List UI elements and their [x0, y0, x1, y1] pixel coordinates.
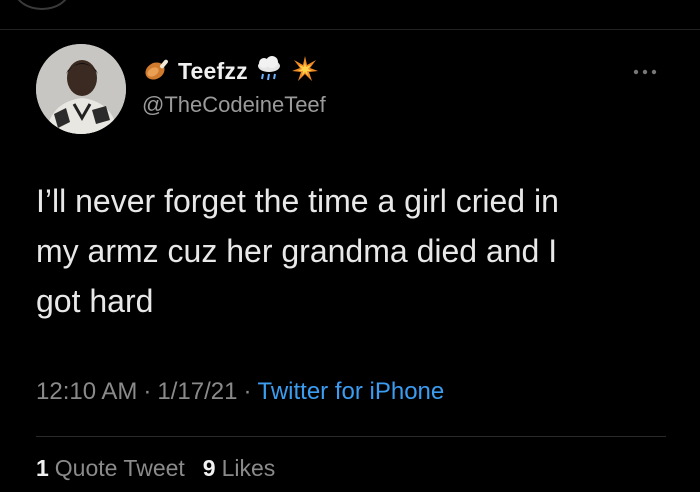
meta-separator: ·: [243, 378, 252, 405]
likes-link[interactable]: 9 Likes: [203, 455, 276, 482]
display-name[interactable]: Teefzz: [178, 58, 248, 85]
top-divider: [0, 29, 700, 30]
avatar-image: [36, 44, 126, 134]
previous-tweet-avatar-edge: [14, 0, 70, 10]
avatar[interactable]: [36, 44, 126, 134]
more-icon: [633, 69, 657, 75]
stats-divider: [36, 436, 666, 437]
tweet-source-link[interactable]: Twitter for iPhone: [257, 378, 444, 406]
quote-tweets-link[interactable]: 1 Quote Tweet: [36, 455, 185, 482]
tweet-date[interactable]: 1/17/21: [157, 378, 237, 406]
quote-label: Quote Tweet: [54, 455, 185, 481]
name-row: Teefzz: [142, 54, 320, 89]
quote-count: 1: [36, 455, 49, 481]
rain-cloud-icon: [254, 54, 284, 89]
drumstick-icon: [142, 54, 172, 89]
engagement-stats: 1 Quote Tweet 9 Likes: [36, 455, 275, 482]
meta-separator: ·: [143, 378, 152, 405]
like-label: Likes: [221, 455, 276, 481]
explosion-icon: [290, 54, 320, 89]
tweet-meta: 12:10 AM · 1/17/21 · Twitter for iPhone: [36, 378, 444, 406]
like-count: 9: [202, 455, 216, 481]
tweet-text: I’ll never forget the time a girl cried …: [36, 183, 559, 319]
handle[interactable]: @TheCodeineTeef: [142, 92, 326, 118]
more-button[interactable]: [630, 62, 660, 82]
tweet-time[interactable]: 12:10 AM: [36, 378, 137, 406]
